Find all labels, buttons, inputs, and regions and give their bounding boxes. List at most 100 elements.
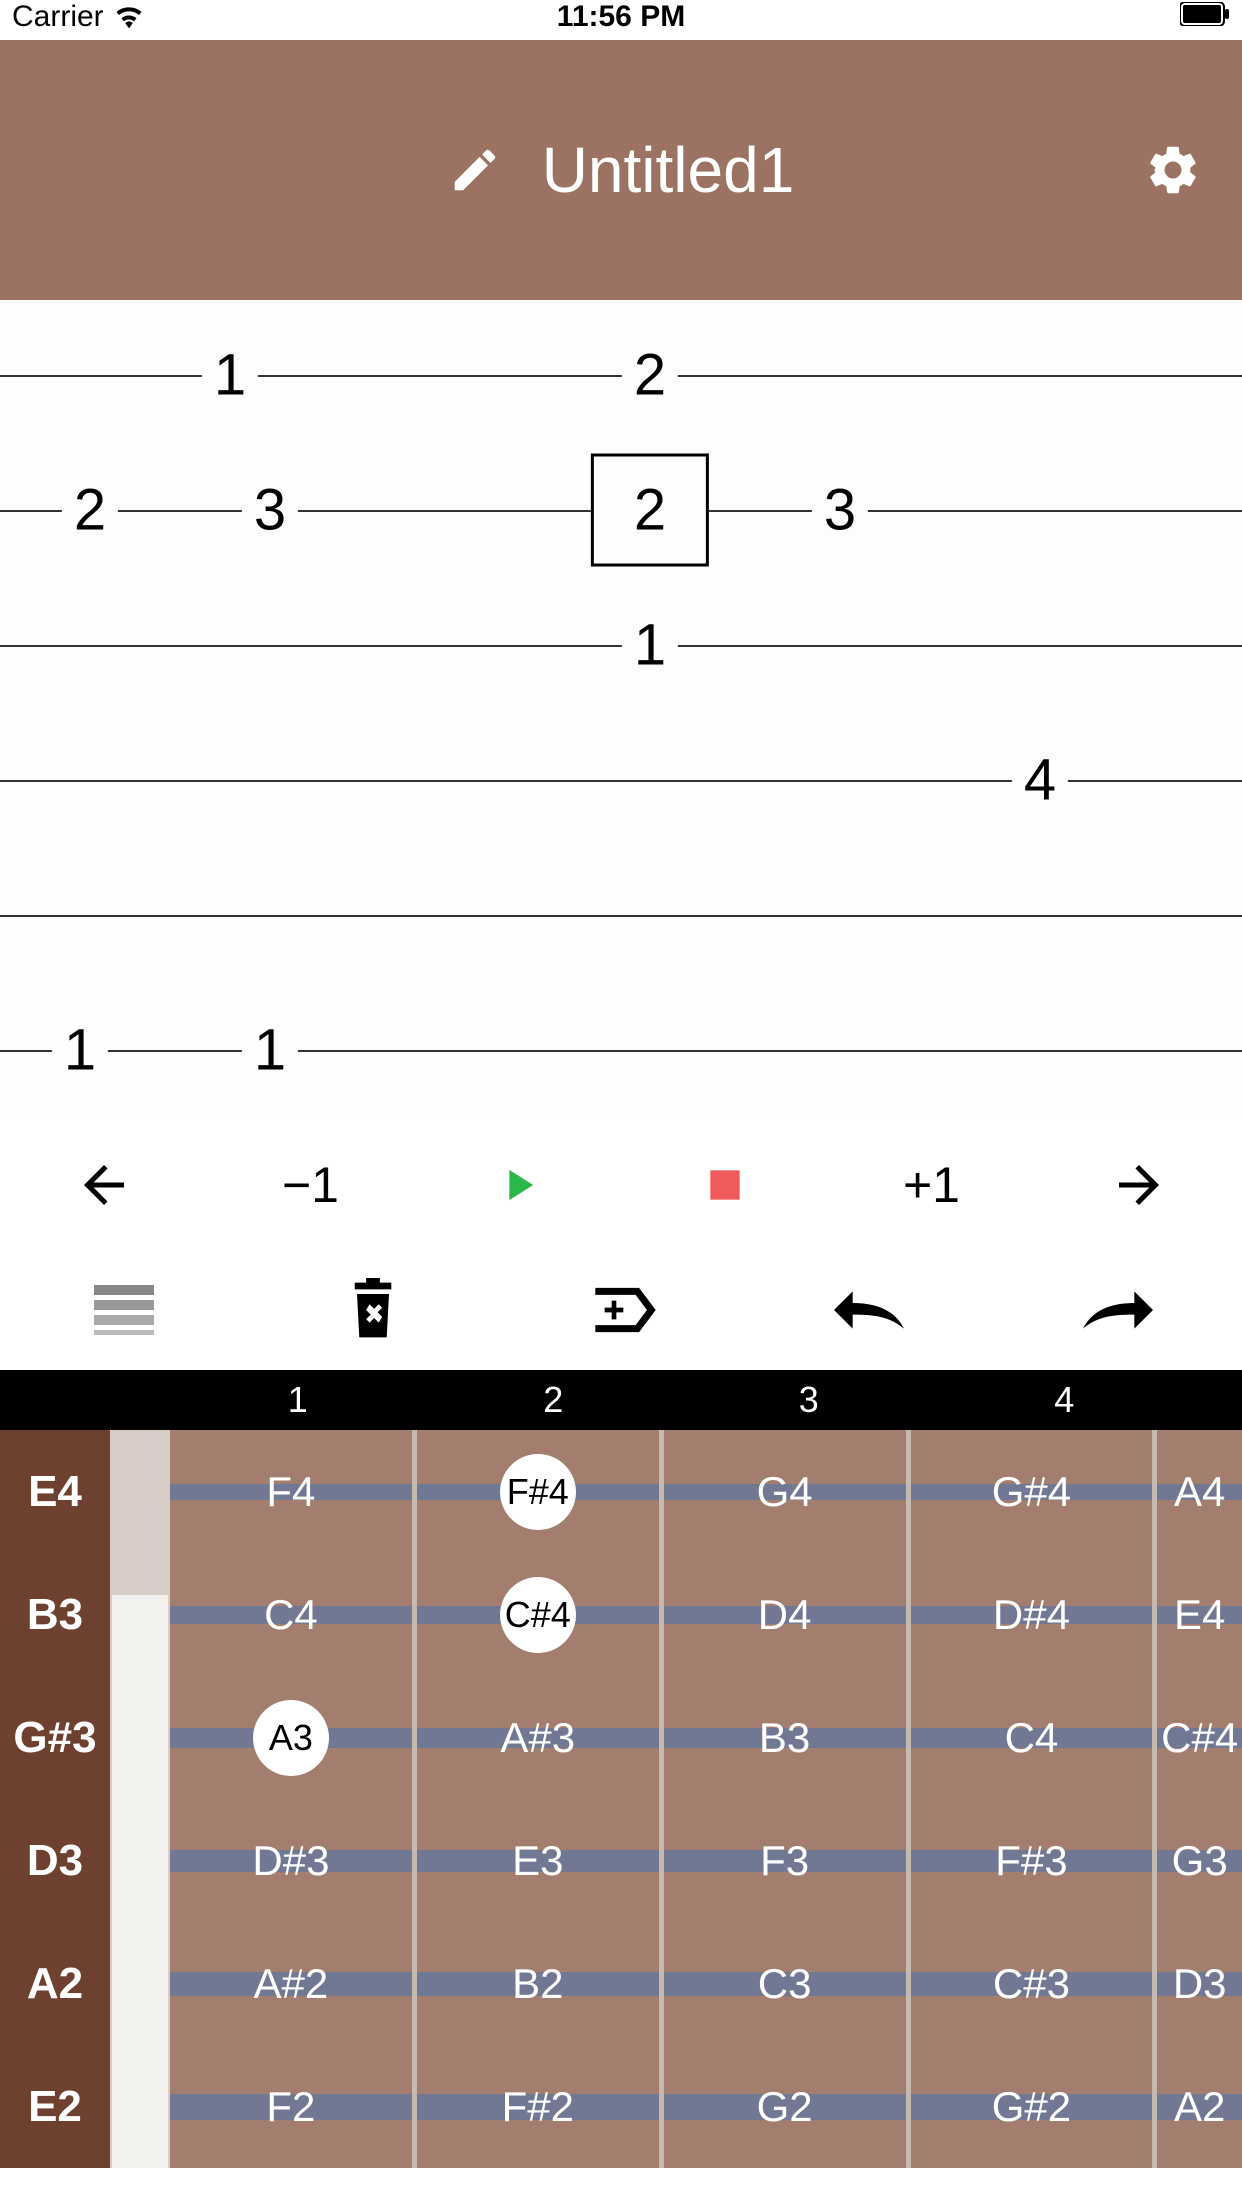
fret-note: C#4 [500,1577,576,1653]
fret-cell[interactable]: G3 [1157,1799,1242,1922]
fret-note: D3 [1173,1960,1227,2008]
nut-column[interactable] [110,1430,170,2168]
prev-button[interactable] [54,1135,154,1235]
tab-note[interactable]: 1 [242,1017,298,1084]
fret-cell[interactable]: C#4 [417,1553,659,1676]
fret-cell[interactable]: G#2 [911,2045,1153,2168]
tab-note[interactable]: 1 [52,1017,108,1084]
string-label[interactable]: B3 [0,1553,110,1676]
stop-button[interactable] [675,1135,775,1235]
fret-cell[interactable]: F#2 [417,2045,659,2168]
playback-controls: −1 +1 [0,1120,1242,1250]
fret-cell[interactable]: C#3 [911,1922,1153,2045]
string-label[interactable]: D3 [0,1799,110,1922]
fret-cell[interactable]: G4 [664,1430,906,1553]
battery-icon [1180,2,1230,26]
string-labels: E4B3G#3D3A2E2 [0,1430,110,2168]
fret-cell[interactable]: A#3 [417,1676,659,1799]
string-label[interactable]: E2 [0,2045,110,2168]
menu-button[interactable] [74,1260,174,1360]
settings-button[interactable] [1144,141,1202,199]
fret-note: D#4 [993,1591,1070,1639]
tab-note[interactable]: 1 [202,342,258,409]
status-time: 11:56 PM [557,0,685,34]
fret-note: A4 [1174,1468,1225,1516]
page-title[interactable]: Untitled1 [542,133,795,207]
fret-note: G4 [757,1468,813,1516]
string-label[interactable]: G#3 [0,1676,110,1799]
fret-cell[interactable]: C#4 [1157,1676,1242,1799]
fret-cell[interactable]: C3 [664,1922,906,2045]
tab-note[interactable]: 2 [591,454,709,567]
fret-cell[interactable]: E4 [1157,1553,1242,1676]
fret-note: A#3 [500,1714,575,1762]
fret-note: C#4 [1161,1714,1238,1762]
insert-button[interactable] [571,1260,671,1360]
fret-number: 2 [426,1370,682,1430]
fret-note: F3 [760,1837,809,1885]
tab-note[interactable]: 4 [1012,747,1068,814]
status-bar: Carrier 11:56 PM [0,0,1242,40]
tab-note[interactable]: 1 [622,612,678,679]
plus-one-button[interactable]: +1 [882,1135,982,1235]
tab-area[interactable]: 1 2 2 3 2 3 1 4 1 1 [0,300,1242,1120]
tab-note[interactable]: 2 [622,342,678,409]
fret-number: 3 [681,1370,937,1430]
fret-cell[interactable]: G#4 [911,1430,1153,1553]
fret-cell[interactable]: C4 [911,1676,1153,1799]
fret-cell[interactable]: A3 [170,1676,412,1799]
fret-note: F2 [266,2083,315,2131]
edit-icon[interactable] [448,143,502,197]
fret-cell[interactable]: F2 [170,2045,412,2168]
edit-controls [0,1250,1242,1370]
fret-note: D#3 [252,1837,329,1885]
fret-cell[interactable]: F3 [664,1799,906,1922]
fret-header: 1234 [0,1370,1242,1430]
fret-note: G#4 [992,1468,1071,1516]
nut-selection [112,1595,168,2168]
tab-note[interactable]: 3 [242,477,298,544]
fret-cell[interactable]: F#3 [911,1799,1153,1922]
string-label[interactable]: E4 [0,1430,110,1553]
tab-note[interactable]: 2 [62,477,118,544]
fret-note: E3 [512,1837,563,1885]
fret-cell[interactable]: B3 [664,1676,906,1799]
minus-one-button[interactable]: −1 [261,1135,361,1235]
next-button[interactable] [1089,1135,1189,1235]
fret-cell[interactable]: C4 [170,1553,412,1676]
fret-cell[interactable]: A4 [1157,1430,1242,1553]
fret-note: F#2 [502,2083,574,2131]
fret-cell[interactable]: B2 [417,1922,659,2045]
delete-button[interactable] [323,1260,423,1360]
wifi-icon [114,5,144,29]
fret-cell[interactable]: E3 [417,1799,659,1922]
fret-number: 1 [170,1370,426,1430]
fret-cell[interactable]: D#3 [170,1799,412,1922]
undo-button[interactable] [819,1260,919,1360]
fret-cell[interactable]: A#2 [170,1922,412,2045]
fret-note: G2 [757,2083,813,2131]
tab-string-line [0,1050,1242,1052]
fret-note: G3 [1172,1837,1228,1885]
fret-cell[interactable]: D4 [664,1553,906,1676]
tab-note[interactable]: 3 [812,477,868,544]
string-label[interactable]: A2 [0,1922,110,2045]
fret-note: A3 [253,1700,329,1776]
fret-cell[interactable]: A2 [1157,2045,1242,2168]
fret-note: F#4 [500,1454,576,1530]
fret-cell[interactable]: D3 [1157,1922,1242,2045]
fretboard[interactable]: E4B3G#3D3A2E2 F4C4A3D#3A#2F2F#4C#4A#3E3B… [0,1430,1242,2168]
redo-button[interactable] [1068,1260,1168,1360]
fret-cell[interactable]: F#4 [417,1430,659,1553]
fret-note: C3 [758,1960,812,2008]
fret-note: B2 [512,1960,563,2008]
fret-cell[interactable]: D#4 [911,1553,1153,1676]
play-button[interactable] [468,1135,568,1235]
fret-note: B3 [759,1714,810,1762]
fret-note: E4 [1174,1591,1225,1639]
fret-note: A#2 [254,1960,329,2008]
fret-note: A2 [1174,2083,1225,2131]
fret-cell[interactable]: F4 [170,1430,412,1553]
fret-cell[interactable]: G2 [664,2045,906,2168]
carrier-label: Carrier [12,0,104,34]
